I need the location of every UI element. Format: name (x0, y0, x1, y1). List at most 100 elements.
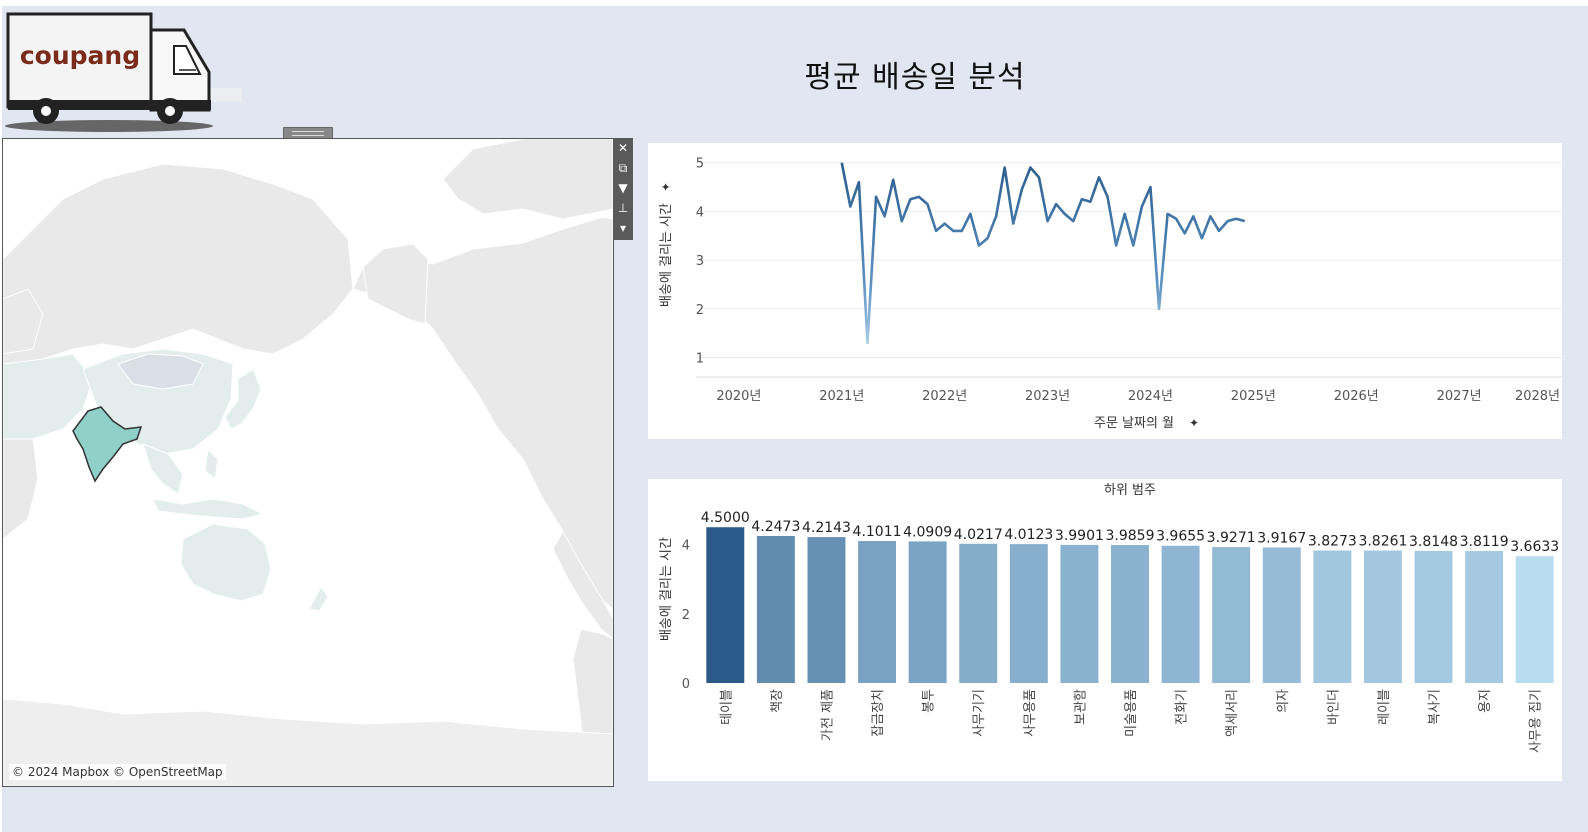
y-tick-label: 4 (696, 205, 704, 220)
category-label: 책장 (770, 689, 785, 713)
y-tick-label: 1 (696, 352, 704, 367)
x-tick-label: 2027년 (1437, 389, 1482, 404)
bar-value-label: 3.9655 (1156, 529, 1205, 545)
category-label: 의자 (1276, 689, 1291, 713)
map-toolbar: ✕ ⧉ ▼ ⊥ ▾ (613, 138, 633, 240)
x-tick-label: 2021년 (819, 389, 864, 404)
x-tick-label: 2028년 (1515, 389, 1560, 404)
bar-value-label: 3.9167 (1257, 530, 1306, 546)
y-tick-label: 5 (696, 157, 704, 172)
bar-value-label: 4.0909 (903, 524, 952, 540)
bar-chart-panel: 하위 범주 0 2 4 4.5000 4.2473 4.2143 4.1011 4.0909… (648, 479, 1562, 781)
category-label: 미술용품 (1124, 689, 1139, 737)
bar[interactable] (1009, 544, 1048, 683)
map-region-russia (3, 163, 354, 365)
bar[interactable] (807, 537, 846, 683)
close-icon[interactable]: ✕ (613, 138, 633, 158)
y-tick-label: 0 (682, 677, 690, 692)
bar-bars (706, 527, 1554, 683)
map-region-new-zealand (308, 586, 329, 612)
bar-chart-title: 하위 범주 (1104, 483, 1156, 498)
bar-value-label: 4.2473 (751, 519, 800, 535)
map-region-africa (3, 438, 39, 540)
bar[interactable] (1212, 547, 1251, 683)
bar-y-axis-label: 배송에 걸리는 시간 (659, 537, 674, 641)
bar-value-label: 3.6633 (1510, 539, 1559, 555)
bar-value-label: 3.9271 (1207, 530, 1256, 546)
category-label: 사무기기 (972, 689, 987, 737)
pin-icon[interactable]: ⊥ (613, 198, 633, 218)
category-label: 사무용 집기 (1529, 689, 1544, 753)
map-attribution[interactable]: © 2024 Mapbox © OpenStreetMap (9, 764, 226, 780)
bar-value-label: 3.8273 (1308, 534, 1357, 550)
category-label: 테이블 (719, 689, 734, 725)
category-label: 보관함 (1073, 689, 1088, 725)
map-region-canada-islands (442, 139, 613, 220)
x-tick-label: 2023년 (1025, 389, 1070, 404)
map-panel[interactable]: © 2024 Mapbox © OpenStreetMap (2, 138, 614, 787)
bar-value-label: 4.5000 (701, 510, 750, 526)
map-region-philippines (204, 447, 219, 480)
y-tick-label: 2 (696, 303, 704, 318)
y-tick-label: 4 (682, 539, 690, 554)
bar-category-labels: 테이블 책장 가전 제품 잡금장치 봉투 사무기기 사무용품 보관함 미술용품 전화기 액세서리 의자… (719, 689, 1543, 753)
bar[interactable] (908, 541, 947, 683)
pin-icon: ✦ (1189, 416, 1199, 430)
category-label: 봉투 (922, 689, 937, 713)
line-x-ticks: 2020년 2021년 2022년 2023년 2024년 2025년 2026년 2027년… (716, 389, 1560, 404)
popout-icon[interactable]: ⧉ (613, 158, 633, 178)
pin-icon: ✦ (659, 182, 673, 192)
line-chart[interactable]: 1 2 3 4 5 2020년 2021년 2022년 2023년 2024년 2025년 2026… (648, 143, 1562, 439)
bar[interactable] (1414, 550, 1453, 683)
bar-value-label: 3.9859 (1106, 528, 1155, 544)
line-series[interactable] (840, 162, 1246, 345)
bar[interactable] (1111, 545, 1149, 683)
line-grid (696, 162, 1562, 378)
bar-value-label: 4.0217 (954, 527, 1003, 543)
more-icon[interactable]: ▾ (613, 218, 633, 238)
category-label: 용지 (1478, 689, 1493, 713)
category-label: 잡금장치 (871, 689, 886, 737)
x-tick-label: 2022년 (922, 389, 967, 404)
bar[interactable] (1060, 544, 1099, 683)
bar[interactable] (706, 527, 745, 683)
line-y-axis-label: 배송에 걸리는 시간 (659, 203, 674, 307)
category-label: 바인더 (1326, 689, 1341, 725)
category-label: 레이블 (1377, 689, 1392, 725)
x-tick-label: 2024년 (1128, 389, 1173, 404)
bar[interactable] (756, 535, 795, 683)
category-label: 액세서리 (1225, 689, 1240, 737)
bar[interactable] (1363, 550, 1402, 683)
bar-y-ticks: 0 2 4 (682, 539, 690, 692)
line-y-ticks: 1 2 3 4 5 (696, 157, 704, 367)
x-tick-label: 2020년 (716, 389, 761, 404)
bar-value-label: 3.8119 (1460, 534, 1509, 550)
category-label: 복사기 (1428, 689, 1443, 725)
bar-value-label: 3.9901 (1055, 528, 1104, 544)
bar[interactable] (1313, 550, 1352, 683)
x-tick-label: 2025년 (1231, 389, 1276, 404)
bar-value-label: 4.0123 (1004, 527, 1053, 543)
category-label: 전화기 (1175, 689, 1190, 725)
bar[interactable] (1161, 545, 1200, 683)
filter-icon[interactable]: ▼ (613, 178, 633, 198)
bar-value-label: 3.8261 (1358, 534, 1407, 550)
coupang-truck-logo: coupang (5, 12, 242, 132)
bar[interactable] (1515, 556, 1554, 683)
category-label: 가전 제품 (820, 689, 835, 741)
bar[interactable] (959, 543, 998, 683)
bar[interactable] (1262, 547, 1301, 683)
bar-value-label: 3.8148 (1409, 534, 1458, 550)
bar[interactable] (1465, 551, 1504, 683)
bar-chart[interactable]: 하위 범주 0 2 4 4.50004.2473 4.2143 4.1011 4.0909… (648, 479, 1562, 781)
line-x-axis-label: 주문 날짜의 월 (1094, 416, 1174, 431)
truck-shadow (5, 120, 213, 132)
map-region-alaska (362, 243, 429, 325)
bar-value-label: 4.1011 (853, 524, 902, 540)
coupang-logo-text: coupang (20, 41, 140, 70)
dashboard-title: 평균 배송일 분석 (804, 60, 1026, 95)
category-label: 사무용품 (1023, 689, 1038, 737)
world-map (3, 139, 613, 786)
bar[interactable] (858, 541, 897, 683)
y-tick-label: 2 (682, 608, 690, 623)
